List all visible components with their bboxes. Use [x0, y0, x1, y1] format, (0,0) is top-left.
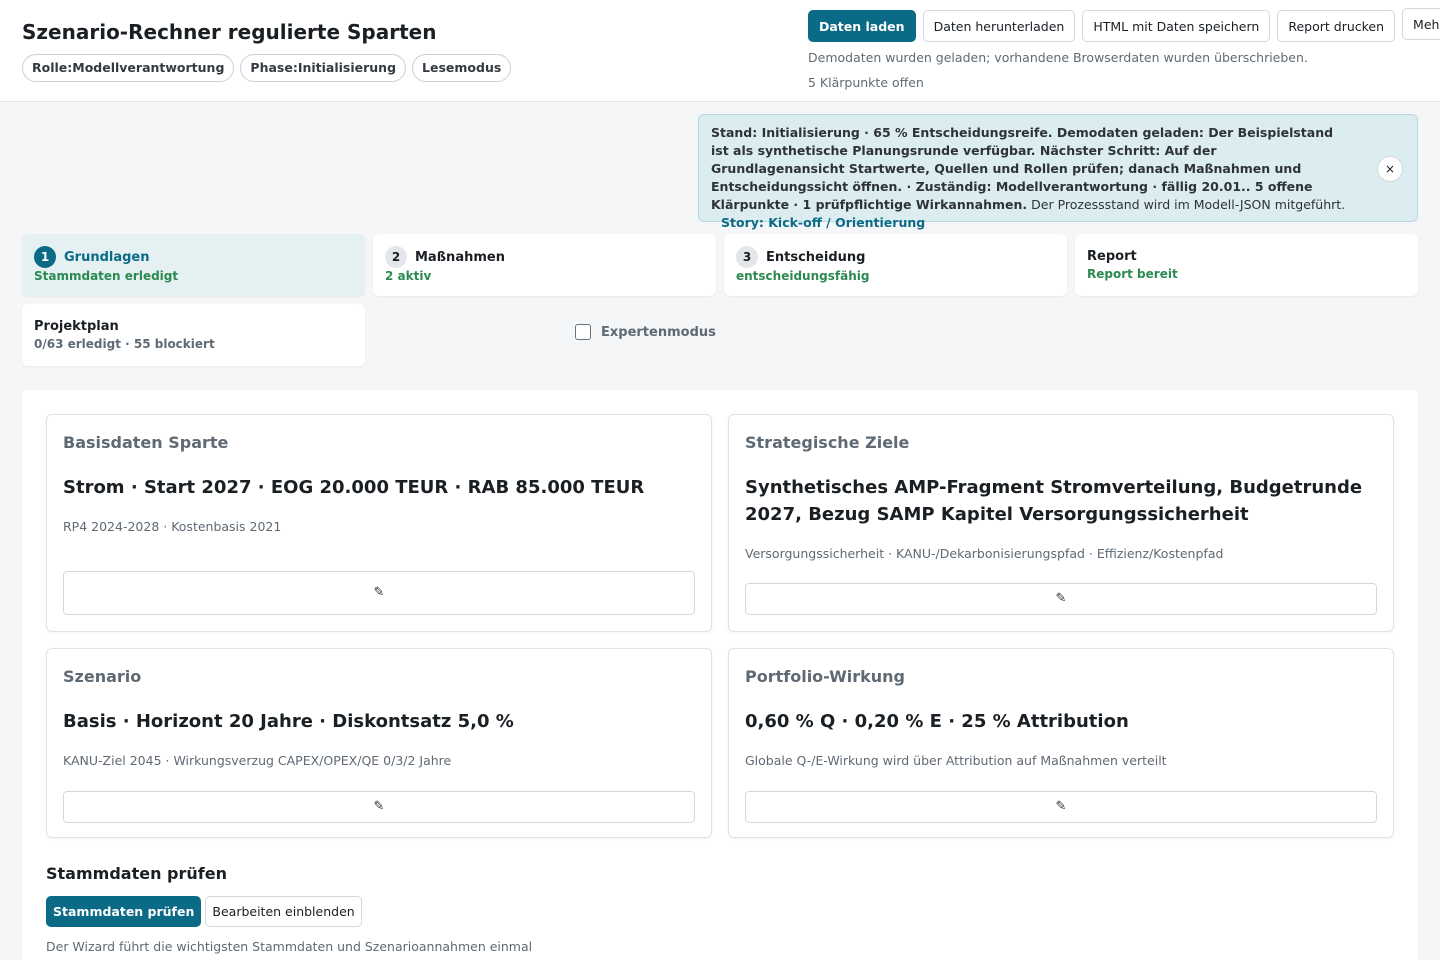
- load-data-button[interactable]: Daten laden: [808, 10, 916, 42]
- card-meta: Globale Q-/E-Wirkung wird über Attributi…: [745, 753, 1167, 768]
- card-label: Szenario: [63, 667, 142, 686]
- show-edit-button[interactable]: Bearbeiten einblenden: [205, 896, 362, 927]
- toolbar: Daten laden Daten herunterladen HTML mit…: [808, 8, 1440, 42]
- step-massnahmen[interactable]: 2 Maßnahmen 2 aktiv: [373, 234, 716, 296]
- step-report[interactable]: Report Report bereit: [1075, 234, 1418, 296]
- card-value: 0,60 % Q · 0,20 % E · 25 % Attribution: [745, 711, 1129, 732]
- card-basisdaten: Basisdaten Sparte Strom · Start 2027 · E…: [46, 414, 712, 632]
- step-entscheidung[interactable]: 3 Entscheidung entscheidungsfähig: [724, 234, 1067, 296]
- download-data-button[interactable]: Daten herunterladen: [922, 10, 1076, 42]
- app-header: Szenario-Rechner regulierte Sparten Roll…: [0, 0, 1440, 102]
- step-grundlagen[interactable]: 1 Grundlagen Stammdaten erledigt: [22, 234, 365, 296]
- role-pill[interactable]: Rolle:Modellverantwortung: [22, 54, 235, 82]
- step-projektplan[interactable]: Projektplan 0/63 erledigt · 55 blockiert: [22, 304, 365, 366]
- save-html-button[interactable]: HTML mit Daten speichern: [1082, 10, 1271, 42]
- card-value: Strom · Start 2027 · EOG 20.000 TEUR · R…: [63, 477, 645, 498]
- step-status: 0/63 erledigt · 55 blockiert: [34, 337, 215, 351]
- step-title: Grundlagen: [64, 249, 150, 265]
- step-title: Maßnahmen: [415, 249, 505, 265]
- edit-button[interactable]: ✎: [745, 791, 1377, 823]
- expert-mode-label: Expertenmodus: [601, 324, 716, 340]
- card-portfolio-wirkung: Portfolio-Wirkung 0,60 % Q · 0,20 % E · …: [728, 648, 1394, 838]
- card-meta: RP4 2024-2028 · Kostenbasis 2021: [63, 519, 282, 534]
- step-number: 3: [736, 246, 758, 268]
- card-label: Strategische Ziele: [745, 433, 910, 452]
- pencil-icon: ✎: [1055, 591, 1067, 606]
- card-meta: Versorgungssicherheit · KANU-/Dekarbonis…: [745, 546, 1224, 561]
- card-szenario: Szenario Basis · Horizont 20 Jahre · Dis…: [46, 648, 712, 838]
- status-message: Demodaten wurden geladen; vorhandene Bro…: [808, 50, 1308, 65]
- pencil-icon: ✎: [373, 799, 385, 814]
- section-title: Stammdaten prüfen: [46, 864, 227, 883]
- edit-button[interactable]: ✎: [63, 571, 695, 615]
- print-report-button[interactable]: Report drucken: [1277, 10, 1396, 42]
- page-title: Szenario-Rechner regulierte Sparten: [22, 20, 437, 44]
- step-title: Report: [1087, 248, 1137, 264]
- expert-mode-checkbox[interactable]: [575, 324, 591, 340]
- open-points-count: 5 Klärpunkte offen: [808, 75, 924, 90]
- edit-button[interactable]: ✎: [63, 791, 695, 823]
- edit-button[interactable]: ✎: [745, 583, 1377, 615]
- pencil-icon: ✎: [373, 585, 385, 600]
- banner-plain-text: Der Prozessstand wird im Modell-JSON mit…: [1031, 197, 1346, 212]
- step-number: 1: [34, 246, 56, 268]
- step-title: Entscheidung: [766, 249, 866, 265]
- card-meta: KANU-Ziel 2045 · Wirkungsverzug CAPEX/OP…: [63, 753, 452, 768]
- card-label: Basisdaten Sparte: [63, 433, 229, 452]
- step-status: Report bereit: [1087, 267, 1178, 281]
- pencil-icon: ✎: [1055, 799, 1067, 814]
- status-banner: Stand: Initialisierung · 65 % Entscheidu…: [698, 114, 1418, 230]
- section-description: Der Wizard führt die wichtigsten Stammda…: [46, 939, 533, 954]
- card-strategische-ziele: Strategische Ziele Synthetisches AMP-Fra…: [728, 414, 1394, 632]
- step-status: entscheidungsfähig: [736, 269, 870, 283]
- phase-pill[interactable]: Phase:Initialisierung: [240, 54, 407, 82]
- more-button[interactable]: Mehr: [1402, 8, 1440, 40]
- step-title: Projektplan: [34, 318, 119, 334]
- card-value: Synthetisches AMP-Fragment Stromverteilu…: [745, 477, 1363, 525]
- section-actions: Stammdaten prüfen Bearbeiten einblenden: [46, 896, 362, 927]
- context-pills: Rolle:Modellverantwortung Phase:Initiali…: [22, 54, 512, 82]
- expert-mode-toggle[interactable]: Expertenmodus: [575, 324, 716, 340]
- read-mode-pill[interactable]: Lesemodus: [412, 54, 512, 82]
- card-label: Portfolio-Wirkung: [745, 667, 905, 686]
- story-link[interactable]: Story: Kick-off / Orientierung: [721, 215, 925, 230]
- close-icon[interactable]: ×: [1377, 156, 1403, 182]
- check-masterdata-button[interactable]: Stammdaten prüfen: [46, 896, 202, 927]
- card-value: Basis · Horizont 20 Jahre · Diskontsatz …: [63, 711, 514, 732]
- step-status: 2 aktiv: [385, 269, 432, 283]
- step-status: Stammdaten erledigt: [34, 269, 179, 283]
- step-number: 2: [385, 246, 407, 268]
